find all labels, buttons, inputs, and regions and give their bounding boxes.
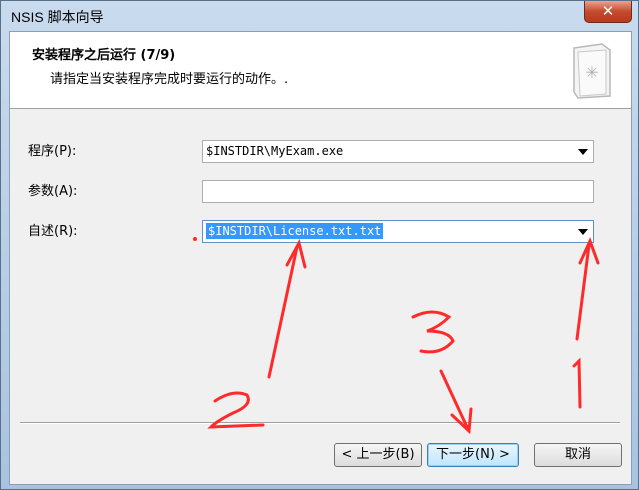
wizard-client-area: 安装程序之后运行 (7/9) 请指定当安装程序完成时要运行的动作。. ✳ 程序(… xyxy=(9,31,632,485)
document-wizard-icon: ✳ xyxy=(573,43,611,99)
close-icon: ✕ xyxy=(601,2,615,20)
readme-combo[interactable]: $INSTDIR\License.txt.txt xyxy=(202,220,594,243)
wizard-header: 安装程序之后运行 (7/9) 请指定当安装程序完成时要运行的动作。. ✳ xyxy=(10,32,631,109)
program-value: $INSTDIR\MyExam.exe xyxy=(206,144,344,158)
params-label: 参数(A): xyxy=(28,184,78,199)
wizard-window: NSIS 脚本向导 ✕ 安装程序之后运行 (7/9) 请指定当安装程序完成时要运… xyxy=(0,0,639,490)
program-combo[interactable]: $INSTDIR\MyExam.exe xyxy=(202,140,594,163)
window-title: NSIS 脚本向导 xyxy=(11,9,104,25)
title-bar[interactable]: NSIS 脚本向导 ✕ xyxy=(1,1,638,31)
next-button[interactable]: 下一步(N) > xyxy=(427,443,519,467)
footer-separator xyxy=(20,422,620,424)
page-title: 安装程序之后运行 (7/9) xyxy=(32,48,176,63)
program-label: 程序(P): xyxy=(28,144,77,159)
back-button[interactable]: < 上一步(B) xyxy=(334,443,422,467)
close-button[interactable]: ✕ xyxy=(584,1,632,23)
readme-value: $INSTDIR\License.txt.txt xyxy=(206,223,384,239)
readme-label: 自述(R): xyxy=(28,224,78,239)
chevron-down-icon[interactable] xyxy=(578,149,588,155)
params-input[interactable] xyxy=(202,180,594,203)
page-subtitle: 请指定当安装程序完成时要运行的动作。. xyxy=(50,72,289,87)
chevron-down-icon[interactable] xyxy=(578,229,588,235)
svg-text:✳: ✳ xyxy=(585,63,598,82)
cancel-button[interactable]: 取消 xyxy=(534,443,622,467)
